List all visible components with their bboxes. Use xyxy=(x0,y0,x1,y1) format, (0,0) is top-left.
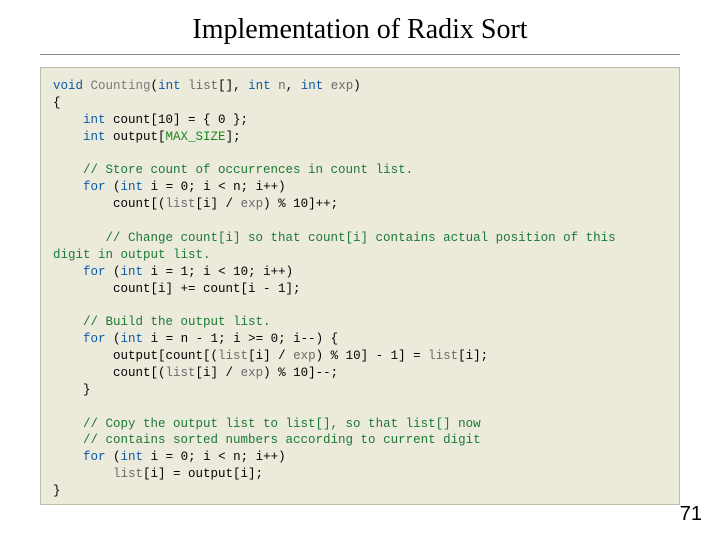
kw-int: int xyxy=(301,79,324,93)
page-number: 71 xyxy=(680,503,702,526)
param-exp: exp xyxy=(331,79,354,93)
kw-for: for xyxy=(53,265,106,279)
txt: [i] / xyxy=(196,197,241,211)
kw-int: int xyxy=(121,332,144,346)
close-brace-inner: } xyxy=(53,383,91,397)
txt: ) xyxy=(353,79,361,93)
id-list: list xyxy=(428,349,458,363)
txt: ( xyxy=(106,180,121,194)
id-list: list xyxy=(53,467,143,481)
comment-build: // Build the output list. xyxy=(53,315,271,329)
id-list: list xyxy=(166,197,196,211)
stmt-prefix: count[i] += count[i - 1]; xyxy=(53,282,301,296)
id-list: list xyxy=(218,349,248,363)
txt: [i]; xyxy=(458,349,488,363)
param-n: n xyxy=(278,79,286,93)
txt: ( xyxy=(106,450,121,464)
txt: ) % 10]--; xyxy=(263,366,338,380)
kw-for: for xyxy=(53,450,106,464)
lbrace: { xyxy=(53,96,61,110)
id-exp: exp xyxy=(241,366,264,380)
kw-int: int xyxy=(53,130,106,144)
decl-count: count[10] = { 0 }; xyxy=(106,113,249,127)
txt: [i] / xyxy=(248,349,293,363)
for-head: i = 0; i < n; i++) xyxy=(143,450,286,464)
comment-store: // Store count of occurrences in count l… xyxy=(53,163,413,177)
kw-int: int xyxy=(158,79,181,93)
const-maxsize: MAX_SIZE xyxy=(166,130,226,144)
txt: [i] / xyxy=(196,366,241,380)
txt: ]; xyxy=(226,130,241,144)
param-list: list xyxy=(188,79,218,93)
kw-int: int xyxy=(248,79,271,93)
kw-int: int xyxy=(121,180,144,194)
txt: count[( xyxy=(53,366,166,380)
comment-change-b: digit in output list. xyxy=(53,248,211,262)
id-list: list xyxy=(166,366,196,380)
txt: output[count[( xyxy=(53,349,218,363)
kw-int: int xyxy=(121,265,144,279)
txt: ( xyxy=(106,265,121,279)
txt: ) % 10] - 1] = xyxy=(316,349,429,363)
txt: , xyxy=(286,79,301,93)
id-exp: exp xyxy=(241,197,264,211)
kw-for: for xyxy=(53,332,106,346)
txt: ) % 10]++; xyxy=(263,197,338,211)
kw-void: void xyxy=(53,79,83,93)
kw-int: int xyxy=(121,450,144,464)
for-head: i = 0; i < n; i++) xyxy=(143,180,286,194)
comment-copy-a: // Copy the output list to list[], so th… xyxy=(53,417,481,431)
txt: [], xyxy=(218,79,248,93)
decl-output: output[ xyxy=(106,130,166,144)
fn-name: Counting xyxy=(91,79,151,93)
comment-copy-b: // contains sorted numbers according to … xyxy=(53,433,481,447)
for-head: i = n - 1; i >= 0; i--) { xyxy=(143,332,338,346)
comment-change-a: // Change count[i] so that count[i] cont… xyxy=(53,231,616,245)
title-divider xyxy=(40,54,680,55)
kw-for: for xyxy=(53,180,106,194)
slide: Implementation of Radix Sort void Counti… xyxy=(0,0,720,540)
id-exp: exp xyxy=(293,349,316,363)
slide-title: Implementation of Radix Sort xyxy=(0,0,720,54)
kw-int: int xyxy=(53,113,106,127)
txt: ( xyxy=(106,332,121,346)
rbrace: } xyxy=(53,484,61,498)
code-block: void Counting(int list[], int n, int exp… xyxy=(40,67,680,505)
txt: count[( xyxy=(53,197,166,211)
for-head: i = 1; i < 10; i++) xyxy=(143,265,293,279)
txt: [i] = output[i]; xyxy=(143,467,263,481)
